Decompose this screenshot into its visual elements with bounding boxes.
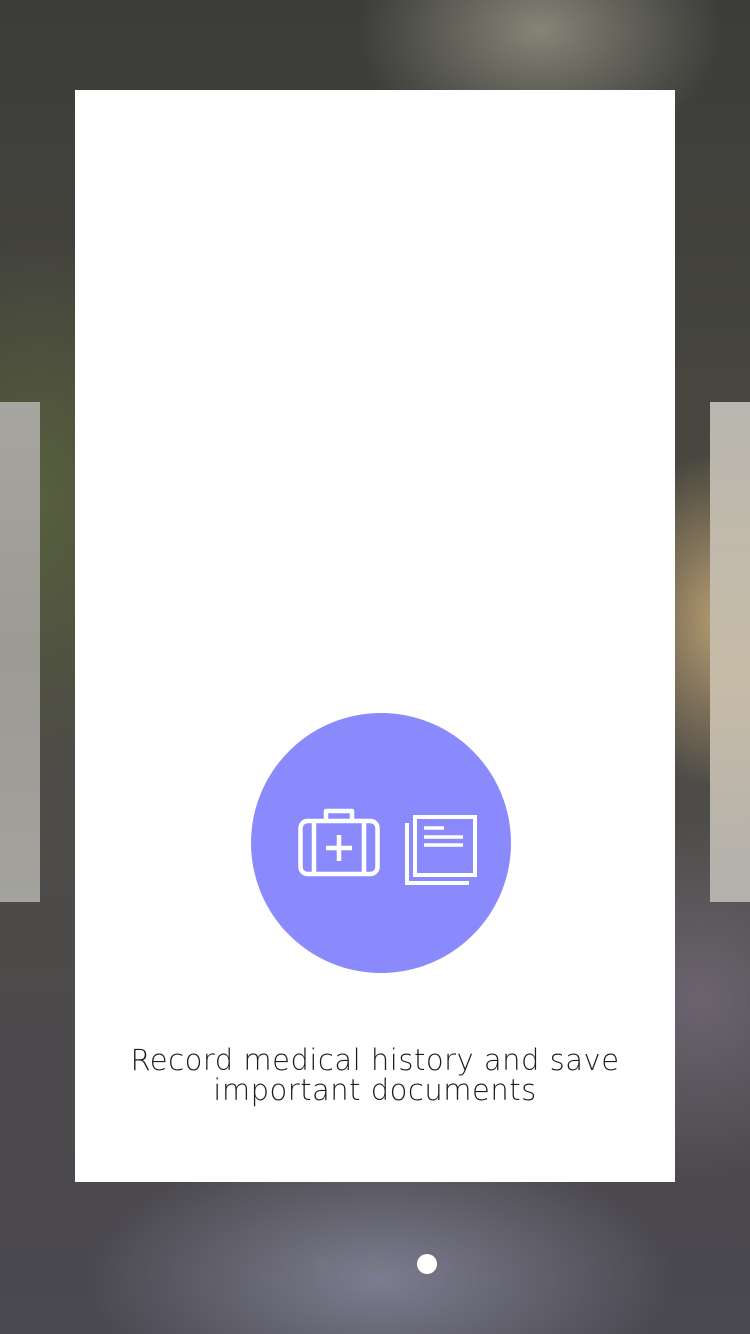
page-dot-1[interactable] <box>315 1256 331 1272</box>
onboarding-caption: Record medical history and save importan… <box>75 1045 675 1105</box>
caption-line-1: Record medical history and save <box>130 1043 620 1077</box>
previous-card-peek[interactable] <box>0 402 40 902</box>
page-dot-3-active[interactable] <box>417 1254 437 1274</box>
page-dot-2[interactable] <box>365 1256 381 1272</box>
documents-icon <box>405 815 477 885</box>
next-card-peek[interactable] <box>710 402 750 902</box>
onboarding-card: Record medical history and save importan… <box>75 90 675 1182</box>
page-indicator <box>0 1254 750 1274</box>
medical-kit-icon <box>298 808 380 877</box>
caption-line-2: important documents <box>213 1073 537 1107</box>
feature-icon-circle <box>251 713 511 973</box>
